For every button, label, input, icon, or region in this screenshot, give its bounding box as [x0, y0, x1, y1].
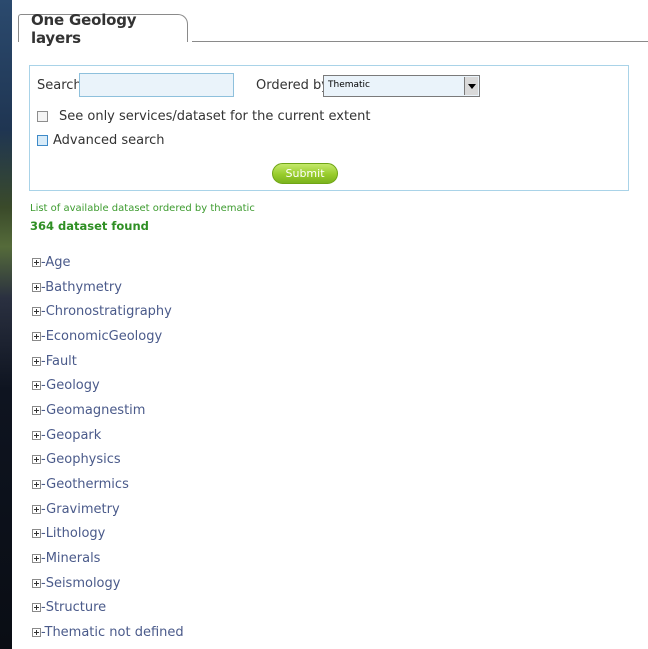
tree-node-label[interactable]: -EconomicGeology: [41, 329, 162, 344]
chevron-down-icon[interactable]: [464, 77, 478, 95]
page: One Geology layers Search Ordered by The…: [0, 0, 648, 649]
tree-node-label[interactable]: -Geophysics: [41, 452, 121, 467]
tree-node[interactable]: -Chronostratigraphy: [32, 299, 184, 324]
expand-plus-icon[interactable]: [32, 603, 41, 613]
expand-plus-icon[interactable]: [32, 381, 41, 391]
tree-node[interactable]: -Lithology: [32, 522, 184, 547]
advanced-search-label: Advanced search: [53, 133, 165, 148]
tree-node-label[interactable]: -Geology: [41, 378, 100, 393]
tree-node-label[interactable]: -Age: [41, 255, 71, 270]
tree-node[interactable]: -Geomagnestim: [32, 398, 184, 423]
ordered-by-label: Ordered by: [256, 78, 329, 93]
search-input[interactable]: [79, 73, 234, 97]
tree-node-label[interactable]: -Chronostratigraphy: [41, 304, 172, 319]
expand-plus-icon[interactable]: [32, 257, 41, 267]
tree-node[interactable]: -Geology: [32, 373, 184, 398]
submit-label: Submit: [285, 167, 325, 180]
expand-plus-icon[interactable]: [32, 578, 41, 588]
tree-node-label[interactable]: -Minerals: [41, 551, 100, 566]
tab-label: One Geology layers: [31, 10, 137, 47]
expand-plus-icon[interactable]: [32, 307, 41, 317]
thematic-tree: -Age -Bathymetry -Chronostratigraphy -Econo…: [32, 250, 184, 645]
tree-node-label[interactable]: -Gravimetry: [41, 502, 120, 517]
expand-plus-icon[interactable]: [32, 554, 41, 564]
tree-node-label[interactable]: -Geothermics: [41, 477, 129, 492]
tree-node-label[interactable]: -Fault: [41, 354, 77, 369]
tree-node[interactable]: -Geopark: [32, 423, 184, 448]
tree-node[interactable]: -Minerals: [32, 546, 184, 571]
tree-node[interactable]: -Geophysics: [32, 448, 184, 473]
current-extent-option[interactable]: See only services/dataset for the curren…: [37, 109, 370, 124]
tab-bar: One Geology layers: [18, 11, 648, 47]
tree-node-label[interactable]: -Structure: [41, 600, 106, 615]
tree-node[interactable]: -Fault: [32, 349, 184, 374]
expand-plus-icon[interactable]: [32, 331, 41, 341]
tab-divider: [192, 41, 648, 42]
expand-plus-icon[interactable]: [32, 430, 41, 440]
tree-node[interactable]: -Thematic not defined: [32, 620, 184, 645]
current-extent-label: See only services/dataset for the curren…: [59, 109, 371, 124]
expand-plus-icon[interactable]: [32, 529, 41, 539]
expand-plus-icon[interactable]: [32, 405, 41, 415]
expand-plus-icon[interactable]: [32, 480, 41, 490]
tree-node[interactable]: -Structure: [32, 596, 184, 621]
tree-node-label[interactable]: -Thematic not defined: [41, 625, 184, 640]
advanced-search-checkbox[interactable]: [37, 135, 48, 146]
tree-node[interactable]: -EconomicGeology: [32, 324, 184, 349]
ordered-by-selected-value: Thematic: [328, 80, 370, 90]
submit-button[interactable]: Submit: [272, 163, 338, 184]
tree-node[interactable]: -Geothermics: [32, 472, 184, 497]
tree-node-label[interactable]: -Seismology: [41, 576, 120, 591]
ordered-by-select[interactable]: Thematic: [323, 75, 480, 97]
tab-one-geology-layers[interactable]: One Geology layers: [18, 11, 188, 47]
map-edge-strip: [0, 0, 12, 649]
results-count: 364 dataset found: [30, 219, 149, 233]
tree-node[interactable]: -Age: [32, 250, 184, 275]
expand-plus-icon[interactable]: [32, 504, 41, 514]
tree-node-label[interactable]: -Geomagnestim: [41, 403, 145, 418]
tree-node-label[interactable]: -Geopark: [41, 428, 101, 443]
tree-node[interactable]: -Bathymetry: [32, 275, 184, 300]
expand-plus-icon[interactable]: [32, 455, 41, 465]
expand-plus-icon[interactable]: [32, 628, 41, 638]
tree-node[interactable]: -Seismology: [32, 571, 184, 596]
expand-plus-icon[interactable]: [32, 282, 41, 292]
tree-node-label[interactable]: -Lithology: [41, 526, 105, 541]
current-extent-checkbox[interactable]: [37, 111, 48, 122]
search-panel: Search Ordered by Thematic See only serv…: [29, 65, 629, 191]
advanced-search-option[interactable]: Advanced search: [37, 133, 165, 148]
results-caption: List of available dataset ordered by the…: [30, 203, 255, 214]
tree-node[interactable]: -Gravimetry: [32, 497, 184, 522]
tree-node-label[interactable]: -Bathymetry: [41, 280, 122, 295]
search-label: Search: [37, 78, 82, 93]
expand-plus-icon[interactable]: [32, 356, 41, 366]
